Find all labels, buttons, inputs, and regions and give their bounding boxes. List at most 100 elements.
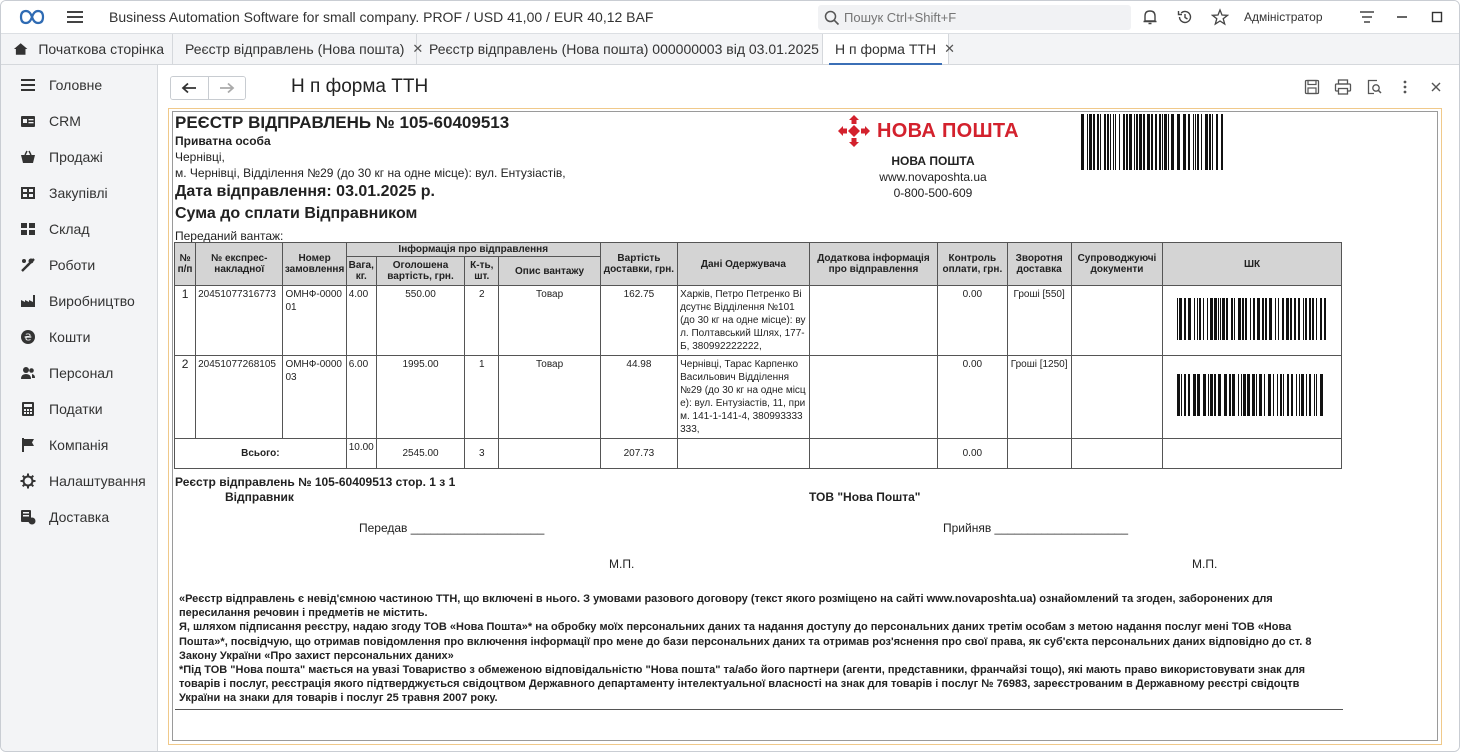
- bottom-divider: [175, 709, 1343, 710]
- barcode-bar: [1296, 374, 1298, 416]
- register-barcode: [1081, 114, 1223, 170]
- save-icon[interactable]: [1301, 76, 1323, 98]
- sidebar-item-main[interactable]: Головне: [1, 67, 157, 103]
- barcode-bar: [1113, 114, 1114, 170]
- row-recipient: Чернівці, Тарас Карпенко Васильович Відд…: [677, 355, 810, 439]
- barcode-bar: [1298, 297, 1301, 340]
- barcode-bar: [1291, 374, 1294, 416]
- nova-poshta-logo-text: НОВА ПОШТА: [877, 119, 1019, 142]
- app-logo-icon[interactable]: [19, 9, 45, 25]
- forward-button[interactable]: [207, 77, 245, 99]
- barcode-bar: [1245, 297, 1248, 340]
- barcode-bar: [1104, 114, 1106, 170]
- close-tab-icon[interactable]: ✕: [944, 41, 955, 57]
- tab-registry-list[interactable]: Реєстр відправлень (Нова пошта) ✕: [173, 34, 423, 64]
- arrow-right-icon: [219, 82, 235, 94]
- barcode-bar: [1184, 374, 1187, 416]
- search-input[interactable]: [844, 10, 1114, 25]
- passed-by-line: Передав ____________________: [359, 521, 545, 535]
- barcode-bar: [1316, 374, 1318, 416]
- history-icon[interactable]: [1174, 6, 1196, 28]
- sidebar-item-label: Податки: [49, 401, 103, 417]
- tab-ttn-form[interactable]: Н п форма ТТН ✕: [823, 34, 955, 65]
- row-weight: 4.00: [345, 285, 377, 356]
- shipment-barcode: [1177, 374, 1324, 416]
- barcode-bar: [1143, 114, 1145, 170]
- barcode-bar: [1203, 297, 1205, 340]
- favorites-star-icon[interactable]: [1209, 6, 1231, 28]
- sidebar-item-company[interactable]: Компанія: [1, 427, 157, 463]
- document-viewport[interactable]: РЕЄСТР ВІДПРАВЛЕНЬ № 105-60409513 Приват…: [168, 108, 1442, 745]
- main-content: Н п форма ТТН РЕЄСТР ВІДПРАВЛЕНЬ № 105-6…: [159, 65, 1459, 751]
- close-form-icon[interactable]: [1425, 76, 1447, 98]
- col-header-desc: Опис вантажу: [498, 256, 601, 286]
- sidebar-item-warehouse[interactable]: Склад: [1, 211, 157, 247]
- barcode-bar: [1242, 297, 1245, 340]
- more-options-icon[interactable]: [1394, 76, 1416, 98]
- tab-registry-document[interactable]: Реєстр відправлень (Нова пошта) 00000000…: [417, 34, 838, 64]
- sidebar-item-crm[interactable]: CRM: [1, 103, 157, 139]
- print-preview-icon[interactable]: [1363, 76, 1385, 98]
- sidebar-item-money[interactable]: ₴ Кошти: [1, 319, 157, 355]
- current-user[interactable]: Адміністратор: [1244, 10, 1323, 24]
- barcode-bar: [1177, 114, 1180, 170]
- barcode-bar: [1197, 114, 1199, 170]
- sidebar-item-personnel[interactable]: Персонал: [1, 355, 157, 391]
- tab-label: Реєстр відправлень (Нова пошта): [185, 41, 405, 57]
- barcode-bar: [1139, 114, 1142, 170]
- back-button[interactable]: [171, 77, 208, 99]
- global-search[interactable]: [818, 5, 1131, 30]
- col-header-extra: Додаткова інформація про відправлення: [808, 242, 939, 286]
- row-docs: [1070, 285, 1164, 356]
- barcode-bar: [1197, 374, 1201, 416]
- money-icon: ₴: [19, 328, 37, 346]
- col-header-order: Номер замовлення: [282, 242, 347, 286]
- barcode-bar: [1162, 114, 1163, 170]
- sidebar-item-label: Персонал: [49, 365, 114, 381]
- totals-empty: [1070, 438, 1164, 469]
- sidebar-item-settings[interactable]: Налаштування: [1, 463, 157, 499]
- notifications-bell-icon[interactable]: [1139, 6, 1161, 28]
- col-header-cost: Вартість доставки, грн.: [599, 242, 679, 286]
- settings-lines-icon[interactable]: [1356, 6, 1378, 28]
- register-page-info: Реєстр відправлень № 105-60409513 стор. …: [175, 475, 456, 489]
- barcode-bar: [1119, 114, 1120, 170]
- barcode-bar: [1183, 114, 1186, 170]
- maximize-icon[interactable]: [1426, 6, 1448, 28]
- barcode-bar: [1188, 374, 1191, 416]
- barcode-bar: [1110, 114, 1111, 170]
- totals-label: Всього:: [174, 438, 347, 469]
- barcode-bar: [1231, 297, 1234, 340]
- main-menu-icon[interactable]: [67, 11, 83, 23]
- barcode-bar: [1136, 114, 1138, 170]
- totals-empty: [677, 438, 810, 469]
- sidebar-item-production[interactable]: Виробництво: [1, 283, 157, 319]
- barcode-bar: [1269, 297, 1273, 340]
- sidebar-item-works[interactable]: Роботи: [1, 247, 157, 283]
- barcode-bar: [1193, 114, 1194, 170]
- barcode-bar: [1290, 297, 1293, 340]
- sidebar-item-purchases[interactable]: Закупівлі: [1, 175, 157, 211]
- legal-notice: «Реєстр відправлень є невід'ємною частин…: [179, 592, 1343, 706]
- sender-signature-label: Відправник: [225, 490, 294, 504]
- col-header-docs: Супроводжуючі документи: [1070, 242, 1164, 286]
- document-toolbar: [1292, 76, 1447, 98]
- totals-qty: 3: [464, 438, 500, 469]
- arrow-left-icon: [182, 82, 197, 94]
- search-icon: [824, 10, 840, 25]
- row-docs: [1070, 355, 1164, 439]
- barcode-bar: [1129, 114, 1132, 170]
- col-header-num: № п/п: [173, 242, 197, 286]
- barcode-bar: [1100, 114, 1101, 170]
- print-icon[interactable]: [1332, 76, 1354, 98]
- row-extra: [808, 355, 939, 439]
- sidebar-item-sales[interactable]: Продажі: [1, 139, 157, 175]
- row-desc: Товар: [498, 355, 601, 439]
- sidebar-item-label: Кошти: [49, 329, 91, 345]
- sidebar-item-delivery[interactable]: Доставка: [1, 499, 157, 535]
- ttn-register-document: РЕЄСТР ВІДПРАВЛЕНЬ № 105-60409513 Приват…: [172, 111, 1438, 741]
- tab-home[interactable]: Початкова сторінка: [1, 34, 173, 64]
- barcode-bar: [1147, 114, 1150, 170]
- sidebar-item-taxes[interactable]: Податки: [1, 391, 157, 427]
- minimize-icon[interactable]: [1391, 6, 1413, 28]
